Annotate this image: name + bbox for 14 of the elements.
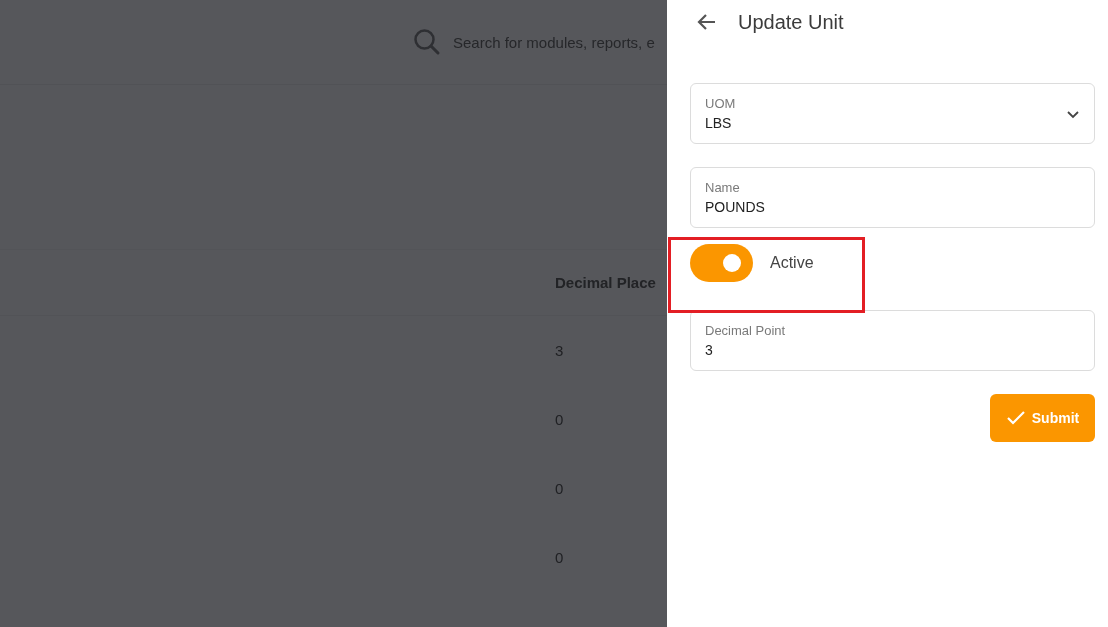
active-toggle[interactable] — [690, 244, 753, 282]
field-value: POUNDS — [705, 199, 766, 215]
uom-select[interactable]: UOM LBS — [690, 83, 1095, 144]
text-field[interactable]: Decimal Point 3 — [690, 310, 1095, 371]
field-value: LBS — [705, 115, 733, 131]
search-icon — [413, 28, 441, 56]
field-value: 3 — [705, 342, 714, 358]
check-icon — [1005, 410, 1026, 426]
panel-title: Update Unit — [738, 10, 844, 34]
field-label: Decimal Point — [705, 323, 787, 338]
toggle-label: Active — [770, 254, 814, 272]
text-field[interactable]: Name POUNDS — [690, 167, 1095, 228]
field-label: Name — [705, 180, 741, 195]
field-label: UOM — [705, 96, 737, 111]
